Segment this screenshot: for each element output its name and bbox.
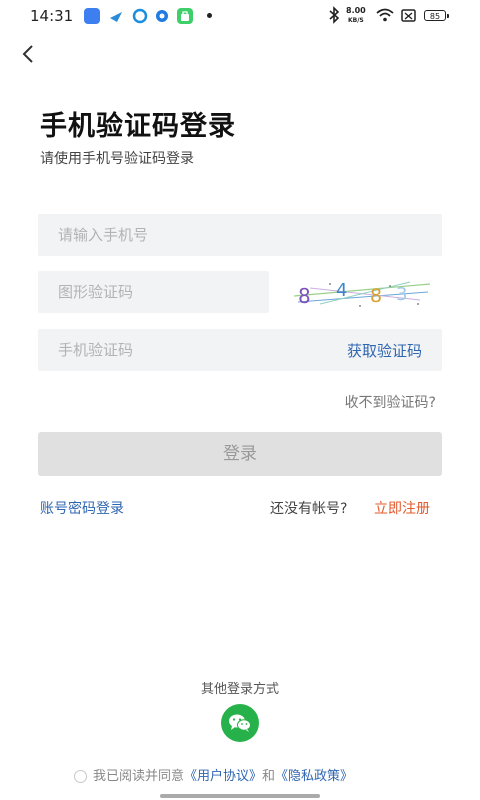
agreement-row: 我已阅读并同意《用户协议》和《隐私政策》: [74, 765, 353, 784]
captcha-field-wrapper: [38, 271, 269, 313]
net-speed: 8.00 KB/S: [346, 6, 366, 25]
captcha-image[interactable]: 8 4 8 3: [290, 274, 438, 312]
other-login-label: 其他登录方式: [200, 682, 279, 697]
bluetooth-icon: [328, 6, 340, 28]
captcha-input[interactable]: [38, 271, 269, 313]
phone-field-wrapper: [38, 214, 442, 256]
login-button[interactable]: 登录: [38, 432, 442, 476]
page-title: 手机验证码登录: [40, 111, 236, 142]
more-notifications-dot: [207, 13, 212, 18]
status-time: 14:31: [30, 7, 74, 25]
phone-input[interactable]: [38, 214, 442, 256]
get-code-button[interactable]: 获取验证码: [347, 340, 422, 361]
agreement-prefix: 我已阅读并同意: [93, 769, 185, 784]
notification-app-icon-1: [84, 8, 100, 24]
page-subtitle: 请使用手机号验证码登录: [40, 151, 194, 167]
no-account-label: 还没有帐号?: [270, 501, 348, 517]
register-link[interactable]: 立即注册: [374, 498, 430, 518]
status-bar: 14:31 8.00 KB/S 85: [0, 0, 480, 32]
notification-app-icon-2: [108, 8, 124, 24]
agreement-and: 和: [262, 769, 276, 784]
captcha-char-3: 8: [370, 285, 382, 307]
captcha-char-2: 4: [336, 280, 347, 301]
password-login-link[interactable]: 账号密码登录: [40, 498, 124, 518]
user-agreement-link[interactable]: 《用户协议》: [184, 769, 262, 784]
captcha-char-1: 8: [298, 284, 311, 308]
wechat-icon: [229, 714, 251, 732]
chevron-left-icon: [22, 45, 33, 63]
sms-field-wrapper: 获取验证码: [38, 329, 442, 371]
privacy-policy-link[interactable]: 《隐私政策》: [275, 769, 353, 784]
wechat-login-button[interactable]: [221, 704, 259, 742]
notification-app-icon-5: [177, 8, 193, 24]
back-button[interactable]: [16, 40, 44, 68]
net-speed-value: 8.00: [346, 6, 366, 15]
wifi-icon: [376, 8, 394, 26]
sim-icon: [401, 9, 416, 26]
net-speed-unit: KB/S: [348, 17, 364, 24]
home-indicator[interactable]: [160, 794, 320, 798]
agreement-checkbox[interactable]: [74, 770, 87, 783]
notification-app-icon-4: [154, 8, 170, 24]
captcha-char-4: 3: [396, 284, 407, 305]
notification-app-icon-3: [132, 8, 148, 24]
battery-icon: 85: [424, 10, 449, 21]
sms-code-input[interactable]: [38, 329, 308, 371]
no-code-link[interactable]: 收不到验证码?: [345, 392, 436, 412]
